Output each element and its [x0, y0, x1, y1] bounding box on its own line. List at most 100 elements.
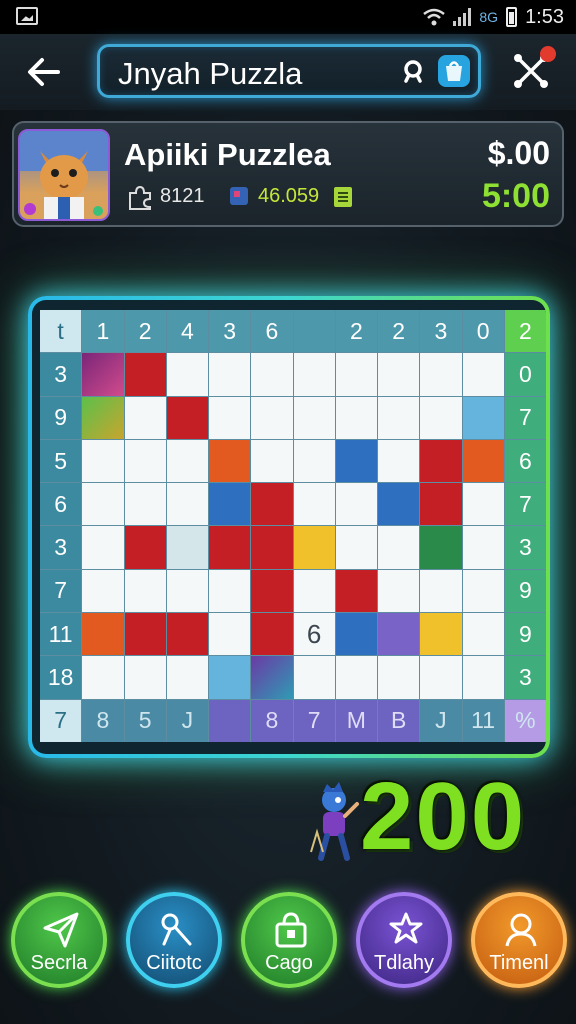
puzzle-piece[interactable]: [82, 569, 124, 613]
grid-header-top[interactable]: 2: [335, 310, 377, 353]
puzzle-piece[interactable]: [420, 656, 462, 699]
grid-header-top[interactable]: 1: [82, 310, 124, 353]
puzzle-piece[interactable]: [251, 439, 293, 483]
grid-header-top[interactable]: 4: [166, 310, 208, 353]
puzzle-piece[interactable]: [166, 396, 208, 439]
puzzle-piece[interactable]: [378, 569, 420, 613]
grid-header-top[interactable]: 0: [462, 310, 504, 353]
puzzle-piece[interactable]: [82, 613, 124, 656]
grid-header-top[interactable]: 3: [209, 310, 251, 353]
puzzle-piece[interactable]: [462, 439, 504, 483]
puzzle-piece[interactable]: [462, 353, 504, 396]
grid-header-right[interactable]: 7: [504, 396, 546, 439]
puzzle-piece[interactable]: [335, 569, 377, 613]
puzzle-piece[interactable]: [462, 396, 504, 439]
puzzle-piece[interactable]: [462, 483, 504, 526]
puzzle-piece[interactable]: [293, 483, 335, 526]
puzzle-piece[interactable]: [251, 396, 293, 439]
grid-header-left[interactable]: 7: [40, 569, 82, 613]
puzzle-piece[interactable]: [209, 613, 251, 656]
puzzle-piece[interactable]: [82, 526, 124, 569]
grid-header-bottom[interactable]: 11: [462, 699, 504, 742]
puzzle-piece[interactable]: [124, 526, 166, 569]
puzzle-piece[interactable]: [251, 483, 293, 526]
puzzle-piece[interactable]: [209, 439, 251, 483]
grid-header-right[interactable]: 0: [504, 353, 546, 396]
puzzle-piece[interactable]: [462, 526, 504, 569]
grid-header-right[interactable]: 6: [504, 439, 546, 483]
grid-header-left[interactable]: 9: [40, 396, 82, 439]
puzzle-grid[interactable]: t 1 2 4 3 6 2 2 3 0 2 3 0 9 7 5 6 6 7 3 3 7 9 11 6 9 18 3 7 8 5 J 8 7 M B J 1…: [40, 310, 546, 742]
grid-header-top[interactable]: 2: [124, 310, 166, 353]
puzzle-piece[interactable]: [293, 439, 335, 483]
puzzle-piece[interactable]: [420, 569, 462, 613]
grid-header-right[interactable]: 9: [504, 613, 546, 656]
grid-header-bottom[interactable]: M: [335, 699, 377, 742]
send-button[interactable]: Secrla: [11, 892, 107, 988]
puzzle-piece[interactable]: [166, 613, 208, 656]
puzzle-piece[interactable]: [378, 439, 420, 483]
grid-cell[interactable]: 6: [293, 613, 335, 656]
puzzle-piece[interactable]: [378, 526, 420, 569]
puzzle-piece[interactable]: [420, 526, 462, 569]
puzzle-piece[interactable]: [82, 656, 124, 699]
daily-button[interactable]: Tdlahy: [356, 892, 452, 988]
title-bar[interactable]: Jnyah Puzzla: [97, 44, 481, 98]
puzzle-piece[interactable]: [251, 569, 293, 613]
puzzle-piece[interactable]: [420, 353, 462, 396]
grid-header-top[interactable]: [293, 310, 335, 353]
puzzle-piece[interactable]: [378, 613, 420, 656]
puzzle-piece[interactable]: [462, 569, 504, 613]
grid-header-left[interactable]: 18: [40, 656, 82, 699]
puzzle-piece[interactable]: [82, 483, 124, 526]
grid-header-left[interactable]: 3: [40, 353, 82, 396]
puzzle-piece[interactable]: [166, 353, 208, 396]
puzzle-piece[interactable]: [335, 396, 377, 439]
grid-header-bottom[interactable]: J: [420, 699, 462, 742]
grid-header-top[interactable]: 2: [504, 310, 546, 353]
bag-button[interactable]: Cago: [241, 892, 337, 988]
grid-header-top[interactable]: t: [40, 310, 82, 353]
puzzle-piece[interactable]: [335, 483, 377, 526]
puzzle-piece[interactable]: [293, 656, 335, 699]
grid-header-bottom[interactable]: 8: [251, 699, 293, 742]
grid-header-right[interactable]: 9: [504, 569, 546, 613]
puzzle-piece[interactable]: [82, 439, 124, 483]
puzzle-piece[interactable]: [209, 353, 251, 396]
grid-header-bottom[interactable]: %: [504, 699, 546, 742]
shop-button[interactable]: [438, 55, 470, 87]
grid-header-left[interactable]: 3: [40, 526, 82, 569]
grid-header-top[interactable]: 6: [251, 310, 293, 353]
grid-header-right[interactable]: 3: [504, 526, 546, 569]
grid-header-top[interactable]: 3: [420, 310, 462, 353]
puzzle-piece[interactable]: [124, 483, 166, 526]
puzzle-piece[interactable]: [124, 569, 166, 613]
puzzle-piece[interactable]: [124, 613, 166, 656]
grid-header-right[interactable]: 7: [504, 483, 546, 526]
grid-header-top[interactable]: 2: [378, 310, 420, 353]
puzzle-info-card[interactable]: Apiiki Puzzlea 8121 46.059 $.00 5:00: [12, 121, 564, 227]
grid-header-bottom[interactable]: 8: [82, 699, 124, 742]
puzzle-piece[interactable]: [251, 656, 293, 699]
grid-header-bottom[interactable]: 7: [293, 699, 335, 742]
puzzle-piece[interactable]: [82, 396, 124, 439]
puzzle-piece[interactable]: [166, 569, 208, 613]
puzzle-piece[interactable]: [166, 656, 208, 699]
puzzle-piece[interactable]: [251, 353, 293, 396]
puzzle-piece[interactable]: [335, 439, 377, 483]
puzzle-piece[interactable]: [335, 353, 377, 396]
puzzle-piece[interactable]: [209, 526, 251, 569]
grid-header-bottom[interactable]: [209, 699, 251, 742]
grid-header-left[interactable]: 5: [40, 439, 82, 483]
puzzle-piece[interactable]: [209, 569, 251, 613]
puzzle-piece[interactable]: [462, 613, 504, 656]
grid-header-bottom[interactable]: 7: [40, 699, 82, 742]
pin-button[interactable]: Ciitotc: [126, 892, 222, 988]
puzzle-piece[interactable]: [124, 396, 166, 439]
puzzle-piece[interactable]: [420, 483, 462, 526]
puzzle-piece[interactable]: [420, 439, 462, 483]
puzzle-piece[interactable]: [166, 483, 208, 526]
puzzle-piece[interactable]: [251, 526, 293, 569]
puzzle-piece[interactable]: [335, 526, 377, 569]
back-button[interactable]: [24, 54, 64, 90]
